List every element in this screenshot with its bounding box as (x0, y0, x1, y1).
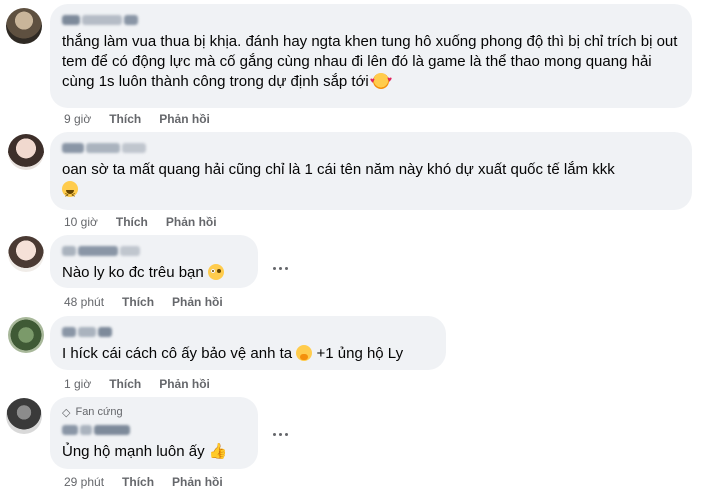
comment-actions: 9 giờ Thích Phản hồi (64, 111, 228, 127)
comment-text: oan sờ ta mất quang hải cũng chỉ là 1 cá… (62, 161, 615, 199)
avatar[interactable] (8, 134, 44, 170)
comment-bubble: I híck cái cách cô ấy bảo vệ anh ta +1 ủ… (50, 316, 446, 370)
grinning-squinting-face-icon: > < (62, 181, 78, 199)
comment-item: ◇ Fan cứng Ủng hộ mạnh luôn ấy 👍 29 phút… (0, 394, 719, 490)
thumbs-up-icon: 👍 (208, 443, 228, 460)
comment-bubble: oan sờ ta mất quang hải cũng chỉ là 1 cá… (50, 132, 692, 210)
top-fan-badge[interactable]: ◇ Fan cứng (62, 405, 246, 419)
like-button[interactable]: Thích (122, 475, 154, 489)
reply-button[interactable]: Phản hồi (172, 295, 223, 309)
comment-timestamp[interactable]: 29 phút (64, 475, 104, 489)
comment-actions: 48 phút Thích Phản hồi (64, 294, 241, 310)
comment-item: thắng làm vua thua bị khịa. đánh hay ngt… (0, 0, 719, 128)
diamond-icon: ◇ (62, 406, 71, 419)
avatar[interactable] (6, 8, 42, 44)
comment-actions: 10 giờ Thích Phản hồi (64, 214, 235, 230)
face-with-hand-over-mouth-icon (296, 345, 313, 361)
author-name-redacted[interactable] (62, 140, 680, 156)
comment-text: I híck cái cách cô ấy bảo vệ anh ta +1 ủ… (62, 345, 404, 362)
author-name-redacted[interactable] (62, 12, 680, 28)
comment-text: Ủng hộ mạnh luôn ấy 👍 (62, 443, 228, 460)
author-name-redacted[interactable] (62, 422, 246, 438)
author-name-redacted[interactable] (62, 324, 434, 340)
reply-button[interactable]: Phản hồi (159, 112, 210, 126)
author-name-redacted[interactable] (62, 243, 246, 259)
pleading-face-icon (207, 264, 224, 280)
avatar[interactable] (8, 236, 44, 272)
more-options-icon[interactable] (268, 260, 292, 276)
avatar[interactable] (6, 398, 42, 434)
comment-timestamp[interactable]: 1 giờ (64, 377, 91, 391)
reply-button[interactable]: Phản hồi (166, 215, 217, 229)
comment-item: I híck cái cách cô ấy bảo vệ anh ta +1 ủ… (0, 312, 719, 394)
smiling-face-with-hearts-icon: ♥ ♥ (370, 73, 392, 89)
comment-text: thắng làm vua thua bị khịa. đánh hay ngt… (62, 33, 678, 90)
comment-timestamp[interactable]: 9 giờ (64, 112, 91, 126)
reply-button[interactable]: Phản hồi (172, 475, 223, 489)
badge-label: Fan cứng (75, 406, 123, 418)
like-button[interactable]: Thích (109, 112, 141, 126)
like-button[interactable]: Thích (109, 377, 141, 391)
comment-actions: 29 phút Thích Phản hồi (64, 474, 241, 490)
comment-timestamp[interactable]: 48 phút (64, 295, 104, 309)
comment-bubble: thắng làm vua thua bị khịa. đánh hay ngt… (50, 4, 692, 108)
comment-bubble: Nào ly ko đc trêu bạn (50, 235, 258, 288)
more-options-icon[interactable] (268, 426, 292, 442)
reply-button[interactable]: Phản hồi (159, 377, 210, 391)
comment-bubble: ◇ Fan cứng Ủng hộ mạnh luôn ấy 👍 (50, 397, 258, 469)
comment-item: Nào ly ko đc trêu bạn 48 phút Thích Phản… (0, 232, 719, 312)
comment-actions: 1 giờ Thích Phản hồi (64, 376, 228, 392)
avatar[interactable] (8, 317, 44, 353)
comment-timestamp[interactable]: 10 giờ (64, 215, 98, 229)
comment-text: Nào ly ko đc trêu bạn (62, 263, 246, 283)
like-button[interactable]: Thích (122, 295, 154, 309)
like-button[interactable]: Thích (116, 215, 148, 229)
comment-item: oan sờ ta mất quang hải cũng chỉ là 1 cá… (0, 128, 719, 232)
